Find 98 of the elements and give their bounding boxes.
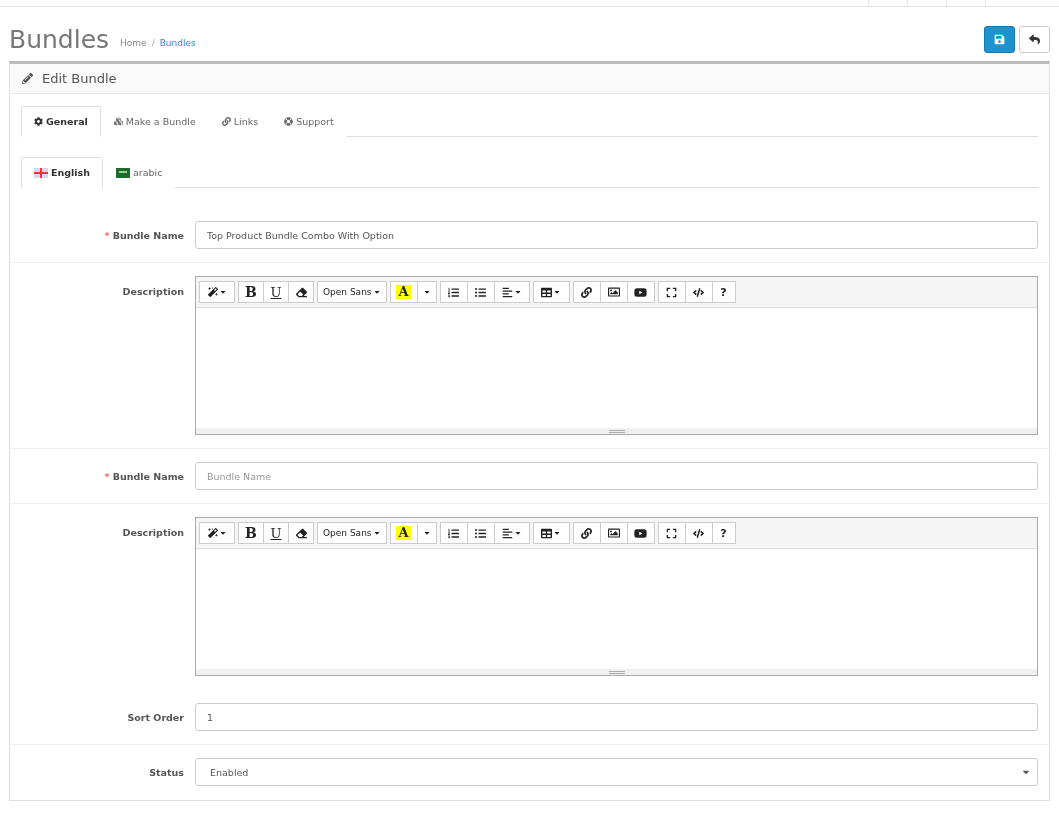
eraser-button[interactable] (288, 522, 314, 544)
language-tab[interactable]: English (21, 157, 103, 188)
reply-arrow-icon (1029, 33, 1040, 45)
caret-icon (553, 529, 562, 537)
fullscreen-button[interactable] (657, 281, 686, 303)
video-button[interactable] (626, 281, 655, 303)
rich-text-editor[interactable]: B U Open Sans A ? (195, 517, 1038, 676)
text-input[interactable]: Top Product Bundle Combo With Option (195, 221, 1038, 249)
bold-button[interactable]: B (238, 281, 264, 303)
flag-icon (34, 167, 48, 178)
align-left-icon (501, 286, 513, 298)
caret-icon (218, 529, 227, 537)
video-button[interactable] (626, 522, 655, 544)
page-title: Bundles (9, 24, 110, 54)
code-view-button[interactable] (684, 281, 713, 303)
field-label: Sort Order (126, 711, 184, 723)
code-view-button[interactable] (684, 522, 713, 544)
back-button[interactable] (1019, 25, 1050, 53)
fullscreen-button[interactable] (657, 522, 686, 544)
pencil-icon (22, 73, 33, 84)
field-label: * Bundle Name (103, 229, 184, 241)
panel-title: Edit Bundle (42, 71, 117, 86)
caret-icon (553, 288, 562, 296)
ordered-list-icon (448, 286, 460, 298)
image-icon (607, 286, 620, 298)
caret-icon (422, 288, 431, 296)
code-icon (693, 286, 705, 298)
rich-text-editor[interactable]: B U Open Sans A ? (195, 276, 1038, 435)
cubes-icon (113, 117, 123, 126)
breadcrumb-separator: / (151, 38, 155, 48)
help-button[interactable]: ? (711, 522, 736, 544)
color-dropdown[interactable] (416, 522, 437, 544)
image-button[interactable] (599, 281, 628, 303)
image-button[interactable] (599, 522, 628, 544)
field-label: Description (121, 526, 184, 538)
table-button[interactable] (532, 281, 570, 303)
link-button[interactable] (572, 281, 601, 303)
resize-handle[interactable] (196, 669, 1037, 675)
save-icon (994, 33, 1005, 45)
caret-icon (218, 288, 227, 296)
link-button[interactable] (572, 522, 601, 544)
flag-icon (116, 167, 130, 178)
eraser-icon (295, 286, 307, 298)
unordered-list-icon (475, 527, 487, 539)
table-button[interactable] (532, 522, 570, 544)
life-ring-icon (284, 117, 294, 126)
text-input[interactable]: 1 (195, 703, 1038, 731)
save-button[interactable] (984, 25, 1015, 53)
tab[interactable]: General (21, 106, 101, 137)
link-icon (581, 286, 593, 298)
field-label: Status (148, 766, 184, 778)
eraser-icon (295, 527, 307, 539)
text-color-button[interactable]: A (389, 281, 418, 303)
eraser-button[interactable] (288, 281, 314, 303)
field-label: Description (121, 285, 184, 297)
status-select[interactable]: Enabled (195, 758, 1038, 786)
play-icon (634, 526, 648, 540)
resize-handle[interactable] (196, 428, 1037, 434)
table-icon (541, 286, 553, 298)
style-button[interactable] (199, 522, 235, 544)
ordered-list-button[interactable] (439, 522, 468, 544)
caret-icon (372, 288, 381, 296)
link-icon (581, 527, 593, 539)
magic-wand-icon (207, 287, 218, 297)
align-left-icon (501, 527, 513, 539)
caret-icon (513, 288, 522, 296)
code-icon (693, 527, 705, 539)
ordered-list-icon (448, 527, 460, 539)
play-icon (634, 285, 648, 299)
expand-icon (666, 286, 678, 298)
unordered-list-button[interactable] (466, 281, 495, 303)
ordered-list-button[interactable] (439, 281, 468, 303)
bold-button[interactable]: B (238, 522, 264, 544)
magic-wand-icon (207, 528, 218, 538)
text-input[interactable]: Bundle Name (195, 462, 1038, 490)
caret-icon (372, 529, 381, 537)
breadcrumb-link[interactable]: Home (120, 38, 147, 48)
link-icon (221, 117, 231, 126)
unordered-list-icon (475, 286, 487, 298)
underline-button[interactable]: U (263, 522, 289, 544)
field-label: * Bundle Name (103, 470, 184, 482)
font-dropdown[interactable]: Open Sans (317, 522, 387, 544)
align-button[interactable] (493, 281, 530, 303)
unordered-list-button[interactable] (466, 522, 495, 544)
underline-button[interactable]: U (263, 281, 289, 303)
gear-icon (34, 117, 43, 126)
align-button[interactable] (493, 522, 530, 544)
image-icon (607, 527, 620, 539)
expand-icon (666, 527, 678, 539)
font-dropdown[interactable]: Open Sans (317, 281, 387, 303)
help-button[interactable]: ? (711, 281, 736, 303)
caret-icon (513, 529, 522, 537)
breadcrumb-link[interactable]: Bundles (159, 38, 196, 48)
caret-icon (422, 529, 431, 537)
table-icon (541, 527, 553, 539)
text-color-button[interactable]: A (389, 522, 418, 544)
color-dropdown[interactable] (416, 281, 437, 303)
style-button[interactable] (199, 281, 235, 303)
